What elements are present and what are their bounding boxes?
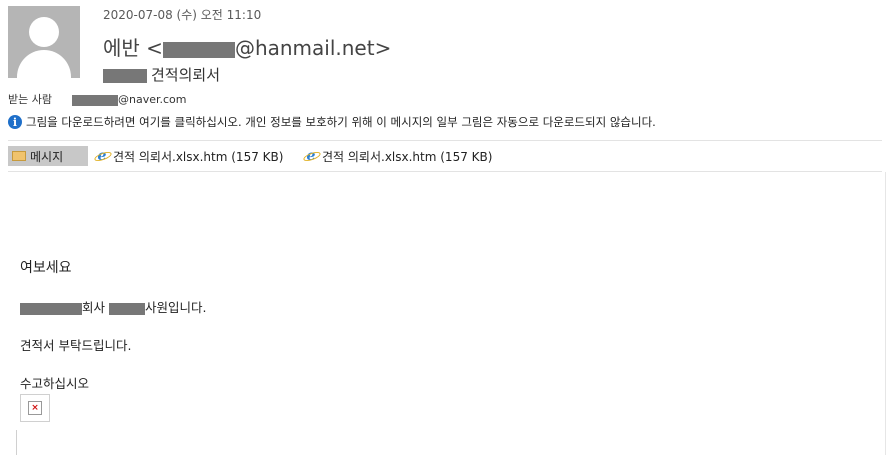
attachment-label: 견적 의뢰서.xlsx.htm (157 KB)	[113, 149, 284, 164]
body-edge	[16, 430, 17, 455]
tab-message[interactable]: 메시지	[8, 146, 88, 166]
body-line-2: 견적서 부탁드립니다.	[20, 338, 132, 353]
redacted-sender-id	[162, 41, 235, 58]
divider-top	[8, 140, 882, 141]
redacted-recipient-id	[72, 94, 118, 106]
divider-bottom	[8, 171, 882, 172]
body-line-3: 수고하십시오	[20, 376, 90, 391]
sender-name: 에반	[103, 36, 140, 60]
message-pane-edge	[885, 172, 886, 455]
sent-date: 2020-07-08 (수) 오전 11:10	[103, 8, 262, 22]
recipient-row: 받는 사람 @naver.com	[8, 91, 187, 107]
sender-open-bracket: <	[146, 36, 163, 60]
sender[interactable]: 에반 < @hanmail.net>	[103, 32, 391, 61]
info-icon: i	[8, 115, 22, 129]
info-bar-text: 그림을 다운로드하려면 여기를 클릭하십시오. 개인 정보를 보호하기 위해 이…	[26, 115, 656, 129]
broken-image[interactable]: ×	[20, 394, 50, 422]
subject: 견적의뢰서	[103, 64, 220, 85]
avatar	[8, 6, 80, 78]
envelope-icon	[12, 151, 26, 161]
redacted-subject-prefix	[103, 68, 147, 83]
sender-close-bracket: >	[374, 36, 392, 60]
internet-explorer-icon: e	[95, 148, 109, 164]
redacted-name	[109, 302, 145, 315]
body-line-1-company: 회사	[82, 300, 106, 315]
attachment-item-1[interactable]: e 견적 의뢰서.xlsx.htm (157 KB)	[95, 146, 284, 166]
to-label: 받는 사람	[8, 93, 52, 106]
attachment-item-2[interactable]: e 견적 의뢰서.xlsx.htm (157 KB)	[304, 146, 493, 166]
avatar-body	[17, 50, 71, 78]
body-greeting: 여보세요	[20, 260, 72, 276]
tab-message-label: 메시지	[30, 149, 64, 164]
internet-explorer-icon: e	[304, 148, 318, 164]
download-images-bar[interactable]: i 그림을 다운로드하려면 여기를 클릭하십시오. 개인 정보를 보호하기 위해…	[8, 114, 656, 130]
body-line-1: 회사 사원입니다.	[20, 297, 206, 316]
broken-image-icon: ×	[28, 401, 42, 415]
attachment-label: 견적 의뢰서.xlsx.htm (157 KB)	[322, 149, 493, 164]
body-line-1-end: 사원입니다.	[145, 300, 207, 315]
avatar-head	[29, 17, 59, 47]
sender-domain: @hanmail.net	[234, 36, 375, 60]
recipient-domain[interactable]: @naver.com	[118, 93, 187, 106]
subject-text: 견적의뢰서	[151, 66, 221, 84]
redacted-company	[20, 302, 82, 315]
